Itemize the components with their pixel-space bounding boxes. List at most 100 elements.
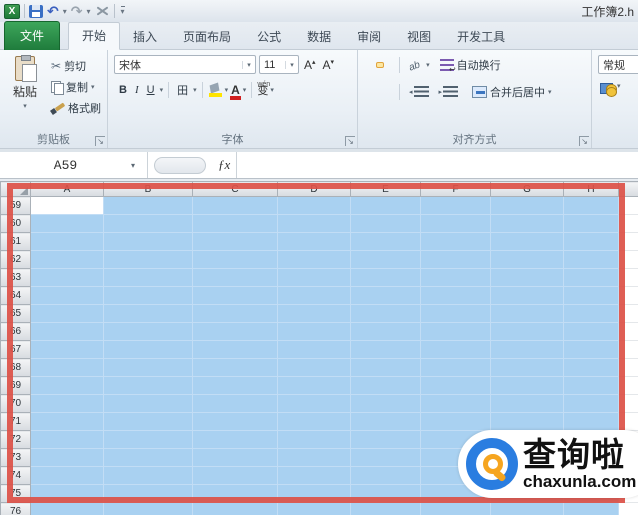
cell-A70[interactable] xyxy=(31,395,104,413)
cell-D76[interactable] xyxy=(278,503,351,515)
row-header-74[interactable]: 74 xyxy=(1,467,31,485)
cell-outside[interactable] xyxy=(619,503,638,515)
cell-A76[interactable] xyxy=(31,503,104,515)
cell-outside[interactable] xyxy=(619,305,638,323)
cell-A73[interactable] xyxy=(31,449,104,467)
cell-D59[interactable] xyxy=(278,197,351,215)
shrink-font-button[interactable]: A▾ xyxy=(321,58,337,72)
tab-data[interactable]: 数据 xyxy=(294,24,344,50)
cell-C59[interactable] xyxy=(193,197,278,215)
cell-F67[interactable] xyxy=(421,341,491,359)
align-left-button[interactable] xyxy=(366,89,374,95)
cell-H66[interactable] xyxy=(564,323,619,341)
cell-G67[interactable] xyxy=(491,341,564,359)
cell-C66[interactable] xyxy=(193,323,278,341)
cell-C61[interactable] xyxy=(193,233,278,251)
cell-B68[interactable] xyxy=(104,359,193,377)
cell-F69[interactable] xyxy=(421,377,491,395)
tab-view[interactable]: 视图 xyxy=(394,24,444,50)
tab-file[interactable]: 文件 xyxy=(4,21,60,50)
cell-B64[interactable] xyxy=(104,287,193,305)
phonetic-guide-icon[interactable]: wén变 xyxy=(257,83,268,98)
row-header-65[interactable]: 65 xyxy=(1,305,31,323)
cell-C72[interactable] xyxy=(193,431,278,449)
row-header-61[interactable]: 61 xyxy=(1,233,31,251)
cell-C64[interactable] xyxy=(193,287,278,305)
cell-D60[interactable] xyxy=(278,215,351,233)
row-header-69[interactable]: 69 xyxy=(1,377,31,395)
font-dialog-launcher-icon[interactable]: ↘ xyxy=(345,136,355,146)
tab-review[interactable]: 审阅 xyxy=(344,24,394,50)
cell-A61[interactable] xyxy=(31,233,104,251)
cell-D69[interactable] xyxy=(278,377,351,395)
row-header-76[interactable]: 76 xyxy=(1,503,31,515)
cell-B74[interactable] xyxy=(104,467,193,485)
cell-B65[interactable] xyxy=(104,305,193,323)
cell-G70[interactable] xyxy=(491,395,564,413)
cell-F66[interactable] xyxy=(421,323,491,341)
cell-D63[interactable] xyxy=(278,269,351,287)
cell-E65[interactable] xyxy=(351,305,421,323)
cell-C71[interactable] xyxy=(193,413,278,431)
cell-H70[interactable] xyxy=(564,395,619,413)
cell-E62[interactable] xyxy=(351,251,421,269)
cell-outside[interactable] xyxy=(619,269,638,287)
cell-A65[interactable] xyxy=(31,305,104,323)
cell-outside[interactable] xyxy=(619,341,638,359)
format-painter-button[interactable]: 格式刷 xyxy=(48,99,104,117)
cell-G76[interactable] xyxy=(491,503,564,515)
cell-H71[interactable] xyxy=(564,413,619,431)
tab-home[interactable]: 开始 xyxy=(68,22,120,50)
fill-color-dropdown-icon[interactable]: ▾ xyxy=(225,86,229,94)
cell-outside[interactable] xyxy=(619,395,638,413)
cell-C76[interactable] xyxy=(193,503,278,515)
row-header-68[interactable]: 68 xyxy=(1,359,31,377)
cell-F70[interactable] xyxy=(421,395,491,413)
cell-B76[interactable] xyxy=(104,503,193,515)
cell-C69[interactable] xyxy=(193,377,278,395)
align-right-button[interactable] xyxy=(386,89,394,95)
cell-C73[interactable] xyxy=(193,449,278,467)
cell-E71[interactable] xyxy=(351,413,421,431)
cell-C65[interactable] xyxy=(193,305,278,323)
column-header-D[interactable]: D xyxy=(278,182,351,197)
customize-tools-icon[interactable] xyxy=(95,5,110,18)
cell-C63[interactable] xyxy=(193,269,278,287)
cell-C60[interactable] xyxy=(193,215,278,233)
cell-B73[interactable] xyxy=(104,449,193,467)
cell-B67[interactable] xyxy=(104,341,193,359)
cell-F68[interactable] xyxy=(421,359,491,377)
column-header-B[interactable]: B xyxy=(104,182,193,197)
cell-G71[interactable] xyxy=(491,413,564,431)
italic-button[interactable]: I xyxy=(132,83,142,97)
merge-center-button[interactable]: 合并后居中 ▾ xyxy=(472,84,552,100)
cell-H59[interactable] xyxy=(564,197,619,215)
row-header-72[interactable]: 72 xyxy=(1,431,31,449)
cell-D67[interactable] xyxy=(278,341,351,359)
excel-logo-icon[interactable]: X xyxy=(4,4,20,19)
cell-E70[interactable] xyxy=(351,395,421,413)
tab-page-layout[interactable]: 页面布局 xyxy=(170,24,244,50)
redo-dropdown-icon[interactable]: ▾ xyxy=(86,7,90,16)
column-header-H[interactable]: H xyxy=(564,182,619,197)
cell-A74[interactable] xyxy=(31,467,104,485)
cell-G59[interactable] xyxy=(491,197,564,215)
cell-H61[interactable] xyxy=(564,233,619,251)
cell-A67[interactable] xyxy=(31,341,104,359)
insert-function-button[interactable]: ƒx xyxy=(212,152,237,178)
cell-G63[interactable] xyxy=(491,269,564,287)
cell-outside[interactable] xyxy=(619,413,638,431)
paste-button[interactable]: 粘贴 ▾ xyxy=(4,53,46,134)
cell-F76[interactable] xyxy=(421,503,491,515)
align-center-button[interactable] xyxy=(376,89,384,95)
save-icon[interactable] xyxy=(29,5,43,18)
cell-outside[interactable] xyxy=(619,323,638,341)
merge-dropdown-icon[interactable]: ▾ xyxy=(548,88,552,96)
cell-E67[interactable] xyxy=(351,341,421,359)
cell-outside[interactable] xyxy=(619,377,638,395)
cell-H62[interactable] xyxy=(564,251,619,269)
row-header-62[interactable]: 62 xyxy=(1,251,31,269)
cell-H69[interactable] xyxy=(564,377,619,395)
cell-H68[interactable] xyxy=(564,359,619,377)
cell-H60[interactable] xyxy=(564,215,619,233)
